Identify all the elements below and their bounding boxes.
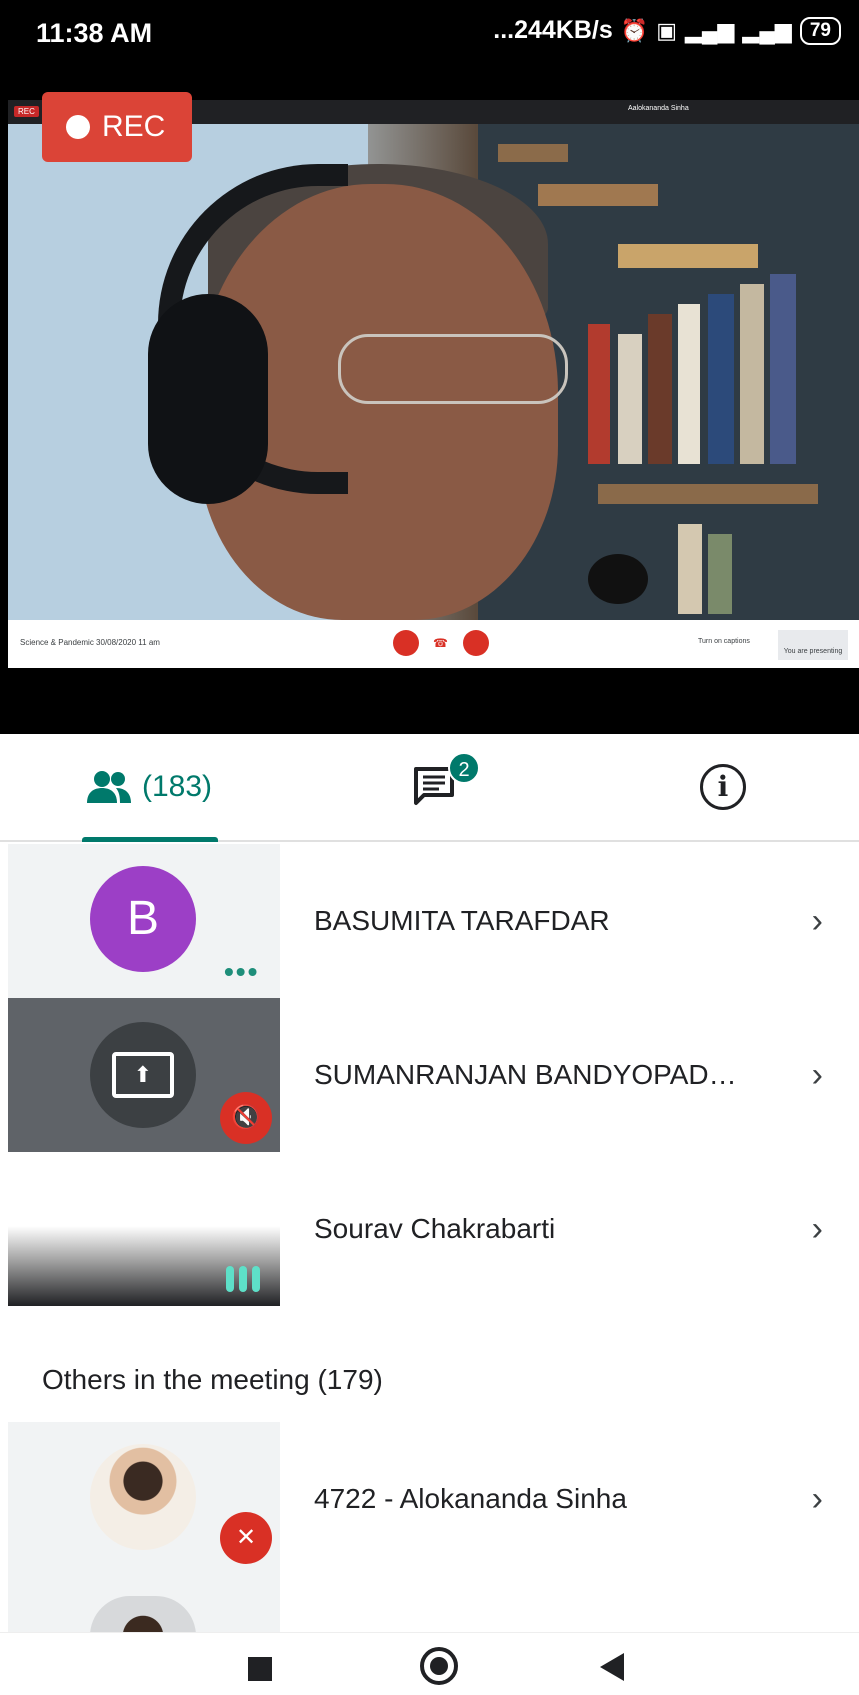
active-tab-indicator	[82, 837, 218, 842]
chevron-right-icon[interactable]: ›	[812, 998, 823, 1152]
speaking-indicator-icon	[226, 1266, 260, 1292]
shared-presenter-chip: Aalokananda Sinha	[628, 105, 689, 112]
mic-off-icon	[393, 630, 419, 656]
hangup-icon: ☎	[433, 636, 448, 650]
presenter-glasses	[338, 334, 568, 404]
status-time: 11:38 AM	[36, 18, 153, 48]
shared-rec-label: REC	[14, 106, 39, 117]
presentation-video[interactable]: REC Aalokananda Sinha Science & Pandemic…	[8, 100, 859, 712]
participant-tile: ⬆ 🔇	[8, 998, 280, 1152]
recents-icon[interactable]	[248, 1657, 272, 1681]
back-icon[interactable]	[600, 1653, 624, 1681]
headset-mic	[588, 554, 648, 604]
signal-icon: ▂▄▆	[742, 17, 792, 43]
presenting-label: You are presenting	[778, 630, 848, 660]
participant-tile: B •••	[8, 844, 280, 998]
participant-row[interactable]: ✕ 4722 - Alokananda Sinha ›	[0, 1422, 859, 1576]
participant-name: Sourav Chakrabarti	[314, 1213, 556, 1244]
meeting-title: Science & Pandemic 30/08/2020 11 am	[20, 638, 160, 647]
volte-icon: ▣	[656, 17, 677, 43]
signal-icon: ▂▄▆	[684, 17, 735, 43]
alarm-icon: ⏰	[620, 17, 649, 43]
rec-label: REC	[102, 110, 166, 143]
participant-tile: ✕	[8, 1422, 280, 1576]
shared-meet-controls: Science & Pandemic 30/08/2020 11 am ☎ Tu…	[8, 620, 859, 668]
camera-off-icon	[463, 630, 489, 656]
tab-info[interactable]: i	[700, 762, 746, 812]
avatar	[90, 1444, 196, 1550]
network-speed: ...244KB/s	[493, 16, 613, 44]
avatar: B	[90, 866, 196, 972]
participant-row[interactable]	[0, 1576, 859, 1632]
meeting-tabs: (183) 2 i	[0, 734, 859, 842]
participant-tile	[8, 1152, 280, 1306]
record-dot-icon	[66, 115, 90, 139]
status-bar: 11:38 AM ...244KB/s ⏰ ▣ ▂▄▆ ▂▄▆ 79	[0, 0, 859, 72]
present-screen-icon: ⬆	[112, 1052, 174, 1098]
people-count: (183)	[142, 770, 213, 803]
status-indicators: ...244KB/s ⏰ ▣ ▂▄▆ ▂▄▆ 79	[493, 16, 841, 45]
battery-indicator: 79	[799, 16, 841, 45]
participant-name: BASUMITA TARAFDAR	[314, 905, 610, 936]
headphone-earcup	[148, 294, 268, 504]
people-icon	[87, 771, 131, 803]
main-video-area[interactable]: REC Aalokananda Sinha Science & Pandemic…	[0, 72, 859, 734]
participant-name: SUMANRANJAN BANDYOPAD…	[314, 1059, 737, 1090]
participant-row[interactable]: ⬆ 🔇 SUMANRANJAN BANDYOPAD… ›	[0, 998, 859, 1152]
chat-unread-badge: 2	[448, 752, 480, 784]
avatar	[90, 1596, 196, 1632]
volume-off-icon: 🔇	[220, 1092, 272, 1144]
captions-label: Turn on captions	[698, 638, 750, 645]
others-heading: Others in the meeting (179)	[42, 1364, 383, 1395]
chevron-right-icon[interactable]: ›	[812, 1152, 823, 1306]
more-dots-icon: •••	[224, 956, 260, 987]
home-icon[interactable]	[420, 1647, 458, 1685]
chevron-right-icon[interactable]: ›	[812, 1422, 823, 1576]
participant-row[interactable]: Sourav Chakrabarti ›	[0, 1152, 859, 1306]
presenting-avatar: ⬆	[90, 1022, 196, 1128]
participant-row[interactable]: B ••• BASUMITA TARAFDAR ›	[0, 844, 859, 998]
mic-off-icon: ✕	[220, 1512, 272, 1564]
chevron-right-icon[interactable]: ›	[812, 844, 823, 998]
recording-badge: REC	[42, 92, 192, 162]
tab-people[interactable]: (183)	[86, 762, 212, 812]
presenter-camera-feed	[8, 124, 859, 620]
participant-name: 4722 - Alokananda Sinha	[314, 1483, 627, 1514]
android-nav-bar	[0, 1632, 859, 1695]
participant-tile	[8, 1576, 280, 1632]
info-icon: i	[700, 764, 746, 810]
tab-chat[interactable]: 2	[412, 752, 480, 812]
